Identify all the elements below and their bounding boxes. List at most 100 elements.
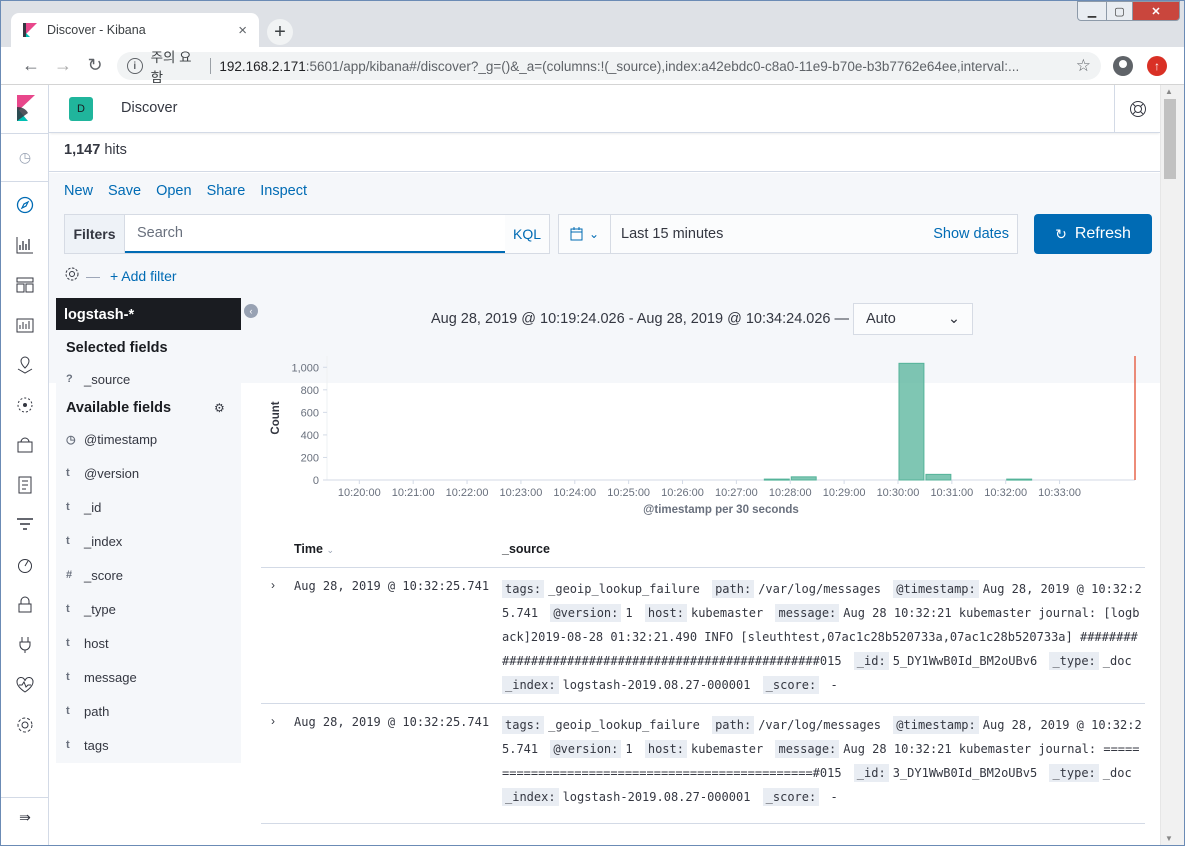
time-range[interactable]: Last 15 minutes xyxy=(611,226,933,242)
discover-icon[interactable] xyxy=(13,193,37,217)
histogram-bar xyxy=(763,478,790,481)
field-type-icon: t xyxy=(66,739,70,751)
histogram-bar xyxy=(1006,478,1033,481)
x-axis-title: @timestamp per 30 seconds xyxy=(643,504,799,516)
y-tick-label: 800 xyxy=(301,385,319,397)
source-field-key: host: xyxy=(644,604,687,622)
histogram-bar xyxy=(898,362,925,481)
dev-tools-icon[interactable] xyxy=(13,633,37,657)
field-item[interactable]: t _id xyxy=(66,492,236,522)
field-item[interactable]: ? _source xyxy=(66,364,236,394)
security-label[interactable]: 주의 요함 xyxy=(151,46,203,86)
minimize-button[interactable]: ▁ xyxy=(1077,1,1107,21)
source-field-value: 5_DY1WwB0Id_BM2oUBv6 xyxy=(892,654,1038,668)
monitoring-icon[interactable] xyxy=(13,673,37,697)
visualize-icon[interactable] xyxy=(13,233,37,257)
source-field-key: _type: xyxy=(1049,764,1099,782)
table-row[interactable]: › Aug 28, 2019 @ 10:32:25.741 tags: _geoip_… xyxy=(261,568,1145,704)
field-item[interactable]: t tags xyxy=(66,730,236,760)
field-item[interactable]: t message xyxy=(66,662,236,692)
update-icon[interactable]: ↑ xyxy=(1147,56,1167,76)
close-window-button[interactable]: ✕ xyxy=(1132,1,1180,21)
canvas-icon[interactable] xyxy=(13,313,37,337)
address-bar[interactable]: i 주의 요함 192.168.2.171:5601/app/kibana#/d… xyxy=(117,50,1101,85)
index-pattern-selector[interactable]: logstash-* xyxy=(56,298,241,330)
kibana-logo-icon[interactable] xyxy=(15,95,35,121)
y-axis-title: Count xyxy=(270,401,282,434)
expand-row-icon[interactable]: › xyxy=(271,578,275,592)
date-picker: ⌄ Last 15 minutes Show dates xyxy=(558,214,1018,254)
info-icon[interactable]: i xyxy=(127,58,143,74)
x-tick-label: 10:25:00 xyxy=(607,487,650,499)
show-dates-link[interactable]: Show dates xyxy=(933,226,1017,242)
field-name: _id xyxy=(84,499,102,515)
page-scrollbar[interactable]: ▲ ▼ xyxy=(1160,85,1184,845)
field-item[interactable]: ◷ @timestamp xyxy=(66,424,236,454)
inspect-button[interactable]: Inspect xyxy=(260,183,307,199)
field-item[interactable]: t @version xyxy=(66,458,236,488)
apm-icon[interactable] xyxy=(13,513,37,537)
field-name: host xyxy=(84,635,109,651)
share-button[interactable]: Share xyxy=(207,183,246,199)
top-menu: New Save Open Share Inspect xyxy=(64,183,307,199)
infrastructure-icon[interactable] xyxy=(13,433,37,457)
ml-icon[interactable] xyxy=(13,393,37,417)
filters-label[interactable]: Filters xyxy=(65,215,125,253)
maps-icon[interactable] xyxy=(13,353,37,377)
reload-icon[interactable]: ↻ xyxy=(81,52,109,80)
field-name: message xyxy=(84,669,137,685)
save-button[interactable]: Save xyxy=(108,183,141,199)
space-avatar[interactable]: D xyxy=(69,97,93,121)
source-field-key: @version: xyxy=(550,604,622,622)
time-column-header[interactable]: Time ⌄ xyxy=(294,542,334,556)
collapse-nav-icon[interactable]: ⇛ xyxy=(13,805,37,829)
field-item[interactable]: t _type xyxy=(66,594,236,624)
scroll-down-icon[interactable]: ▼ xyxy=(1165,834,1173,843)
tab-close-icon[interactable]: × xyxy=(238,22,247,39)
url-host[interactable]: 192.168.2.171 xyxy=(219,59,305,74)
field-item[interactable]: t _index xyxy=(66,526,236,556)
field-name: _index xyxy=(84,533,123,549)
y-tick-label: 0 xyxy=(313,475,319,487)
browser-tab[interactable]: Discover - Kibana × xyxy=(11,13,259,47)
x-tick-label: 10:22:00 xyxy=(446,487,489,499)
management-icon[interactable] xyxy=(13,713,37,737)
field-item[interactable]: t path xyxy=(66,696,236,726)
chevron-down-icon[interactable]: ⌄ xyxy=(589,227,599,241)
maximize-button[interactable]: ▢ xyxy=(1106,1,1133,21)
row-time: Aug 28, 2019 @ 10:32:25.741 xyxy=(294,579,490,593)
field-item[interactable]: # _score xyxy=(66,560,236,590)
expand-row-icon[interactable]: › xyxy=(271,714,275,728)
dashboard-icon[interactable] xyxy=(13,273,37,297)
table-row[interactable]: › Aug 28, 2019 @ 10:32:25.741 tags: _geoip_… xyxy=(261,704,1145,824)
field-name: _source xyxy=(84,371,131,387)
open-button[interactable]: Open xyxy=(156,183,191,199)
gear-icon[interactable] xyxy=(64,266,80,285)
account-icon[interactable] xyxy=(1113,56,1133,76)
new-button[interactable]: New xyxy=(64,183,93,199)
back-icon[interactable]: ← xyxy=(17,52,45,80)
url-path[interactable]: :5601/app/kibana#/discover?_g=()&_a=(col… xyxy=(306,59,1101,74)
new-tab-button[interactable]: + xyxy=(267,19,293,45)
y-tick-label: 1,000 xyxy=(291,362,319,374)
field-name: _type xyxy=(84,601,116,617)
forward-icon[interactable]: → xyxy=(49,52,77,80)
field-item[interactable]: t host xyxy=(66,628,236,658)
scroll-up-icon[interactable]: ▲ xyxy=(1165,87,1173,96)
collapse-sidebar-icon[interactable]: ‹ xyxy=(244,304,258,318)
help-icon[interactable] xyxy=(1114,85,1160,133)
uptime-icon[interactable] xyxy=(13,553,37,577)
calendar-icon[interactable]: ⌄ xyxy=(559,215,611,253)
scroll-thumb[interactable] xyxy=(1164,99,1176,179)
sort-icon[interactable]: ⌄ xyxy=(326,545,334,555)
refresh-button[interactable]: ↻ Refresh xyxy=(1034,214,1152,254)
logs-icon[interactable] xyxy=(13,473,37,497)
search-input[interactable]: Search xyxy=(125,215,505,253)
interval-select[interactable]: Auto ⌄ xyxy=(853,303,974,335)
kql-toggle[interactable]: KQL xyxy=(505,215,549,253)
field-settings-icon[interactable]: ⚙ xyxy=(214,401,225,415)
recently-viewed-icon[interactable]: ◷ xyxy=(13,145,37,169)
siem-icon[interactable] xyxy=(13,593,37,617)
add-filter-button[interactable]: + Add filter xyxy=(110,268,177,284)
bookmark-star-icon[interactable]: ☆ xyxy=(1076,56,1091,76)
